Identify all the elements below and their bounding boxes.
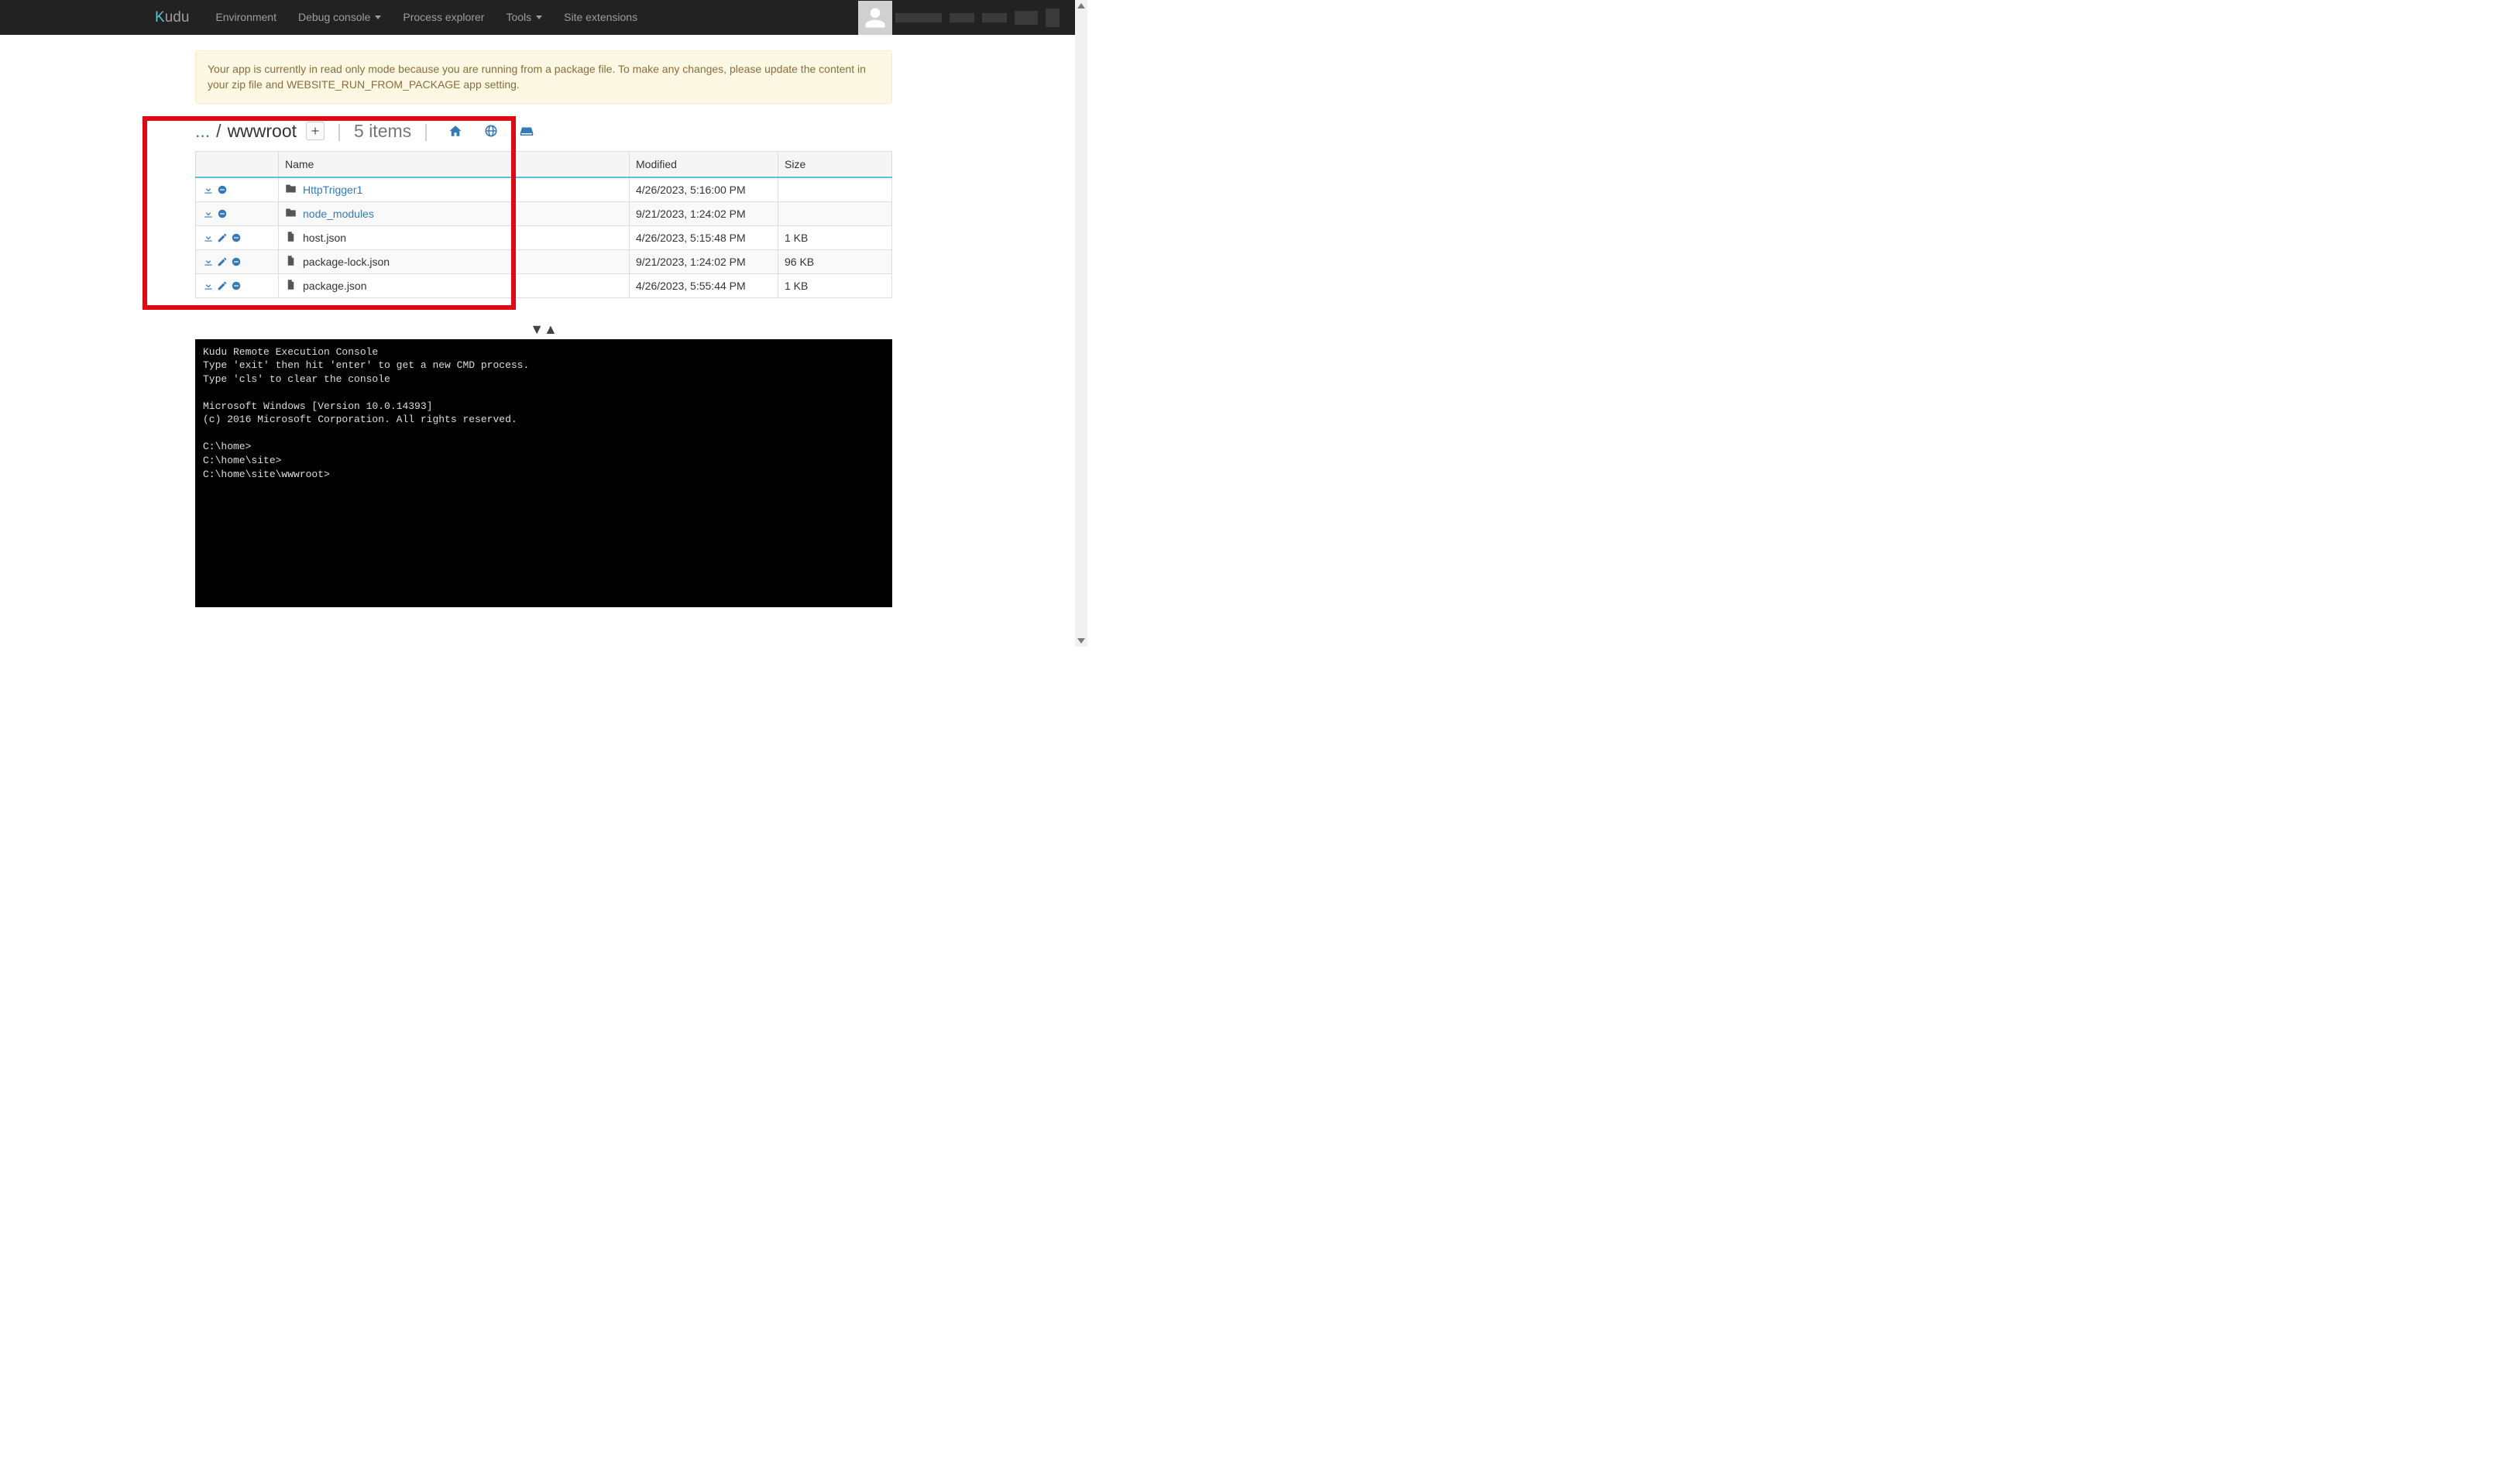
file-name-cell: package-lock.json: [285, 255, 623, 269]
file-name-cell: host.json: [285, 231, 623, 245]
file-name: host.json: [303, 232, 346, 244]
chevron-down-icon: [536, 15, 542, 19]
avatar[interactable]: [858, 1, 892, 35]
chevron-down-icon: [375, 15, 381, 19]
folder-icon: [285, 207, 297, 221]
modified-cell: 9/21/2023, 1:24:02 PM: [630, 201, 778, 225]
download-icon[interactable]: [202, 280, 215, 291]
download-icon[interactable]: [202, 184, 215, 195]
breadcrumb: ... / wwwroot | 5 items |: [195, 121, 892, 142]
row-actions: [202, 256, 272, 267]
nav-environment[interactable]: Environment: [204, 0, 287, 35]
brand-letter: K: [155, 9, 165, 26]
breadcrumb-current: wwwroot: [228, 121, 297, 142]
globe-icon[interactable]: [484, 124, 498, 138]
navbar: Kudu Environment Debug console Process e…: [0, 0, 1075, 35]
download-icon[interactable]: [202, 208, 215, 219]
file-icon: [285, 231, 297, 245]
readonly-alert: Your app is currently in read only mode …: [195, 50, 892, 104]
row-actions: [202, 184, 272, 195]
breadcrumb-parent[interactable]: ...: [195, 121, 210, 142]
remove-icon[interactable]: [230, 256, 242, 267]
file-name: package-lock.json: [303, 256, 390, 268]
col-name[interactable]: Name: [279, 151, 630, 177]
scrollbar[interactable]: [1075, 0, 1087, 647]
breadcrumb-separator: /: [216, 121, 221, 142]
folder-link[interactable]: node_modules: [303, 208, 374, 220]
table-row: node_modules 9/21/2023, 1:24:02 PM: [196, 201, 892, 225]
toolbar-icons: [448, 124, 534, 138]
file-icon: [285, 279, 297, 293]
redacted-block: [950, 13, 974, 22]
file-table: Name Modified Size HttpTrigger1 4/26/2023…: [195, 151, 892, 298]
nav-debug-console[interactable]: Debug console: [287, 0, 392, 35]
nav-site-extensions[interactable]: Site extensions: [553, 0, 648, 35]
col-modified[interactable]: Modified: [630, 151, 778, 177]
edit-icon[interactable]: [216, 256, 228, 267]
row-actions: [202, 208, 272, 219]
add-file-button[interactable]: [306, 122, 325, 140]
console[interactable]: Kudu Remote Execution Console Type 'exit…: [195, 339, 892, 607]
download-icon[interactable]: [202, 256, 215, 267]
scroll-down-icon[interactable]: [1077, 638, 1085, 644]
row-actions: [202, 280, 272, 291]
redacted-block: [982, 13, 1007, 22]
drive-icon[interactable]: [520, 124, 534, 138]
folder-name-cell[interactable]: HttpTrigger1: [285, 183, 623, 197]
size-cell: [778, 177, 892, 202]
nav-process-explorer[interactable]: Process explorer: [392, 0, 495, 35]
brand-logo[interactable]: Kudu: [155, 9, 189, 26]
col-actions: [196, 151, 279, 177]
edit-icon[interactable]: [216, 280, 228, 291]
folder-link[interactable]: HttpTrigger1: [303, 184, 362, 196]
file-icon: [285, 255, 297, 269]
modified-cell: 4/26/2023, 5:16:00 PM: [630, 177, 778, 202]
modified-cell: 4/26/2023, 5:55:44 PM: [630, 273, 778, 297]
nav-tools[interactable]: Tools: [495, 0, 553, 35]
size-cell: [778, 201, 892, 225]
brand-rest: udu: [165, 9, 190, 26]
modified-cell: 4/26/2023, 5:15:48 PM: [630, 225, 778, 249]
modified-cell: 9/21/2023, 1:24:02 PM: [630, 249, 778, 273]
scroll-up-icon[interactable]: [1077, 3, 1085, 9]
size-cell: 1 KB: [778, 225, 892, 249]
table-row: package.json 4/26/2023, 5:55:44 PM1 KB: [196, 273, 892, 297]
download-icon[interactable]: [202, 232, 215, 243]
plus-icon: [311, 126, 320, 136]
separator: |: [331, 121, 348, 142]
folder-icon: [285, 183, 297, 197]
remove-icon[interactable]: [230, 232, 242, 243]
collapse-up-icon[interactable]: ▲: [544, 321, 558, 338]
user-icon: [864, 6, 887, 29]
remove-icon[interactable]: [230, 280, 242, 291]
remove-icon[interactable]: [216, 184, 228, 195]
folder-name-cell[interactable]: node_modules: [285, 207, 623, 221]
item-count: 5 items: [354, 121, 411, 142]
user-info: [892, 9, 1075, 27]
separator: |: [417, 121, 434, 142]
redacted-block: [1015, 11, 1038, 25]
console-toggle: ▼ ▲: [195, 321, 892, 338]
home-icon[interactable]: [448, 124, 462, 138]
file-name: package.json: [303, 280, 367, 292]
redacted-block: [895, 13, 942, 22]
table-row: HttpTrigger1 4/26/2023, 5:16:00 PM: [196, 177, 892, 202]
col-size[interactable]: Size: [778, 151, 892, 177]
table-row: package-lock.json 9/21/2023, 1:24:02 PM96…: [196, 249, 892, 273]
row-actions: [202, 232, 272, 243]
remove-icon[interactable]: [216, 208, 228, 219]
redacted-block: [1046, 9, 1060, 27]
main-container: Your app is currently in read only mode …: [195, 35, 892, 607]
file-name-cell: package.json: [285, 279, 623, 293]
size-cell: 1 KB: [778, 273, 892, 297]
expand-down-icon[interactable]: ▼: [530, 321, 544, 338]
table-row: host.json 4/26/2023, 5:15:48 PM1 KB: [196, 225, 892, 249]
size-cell: 96 KB: [778, 249, 892, 273]
edit-icon[interactable]: [216, 232, 228, 243]
